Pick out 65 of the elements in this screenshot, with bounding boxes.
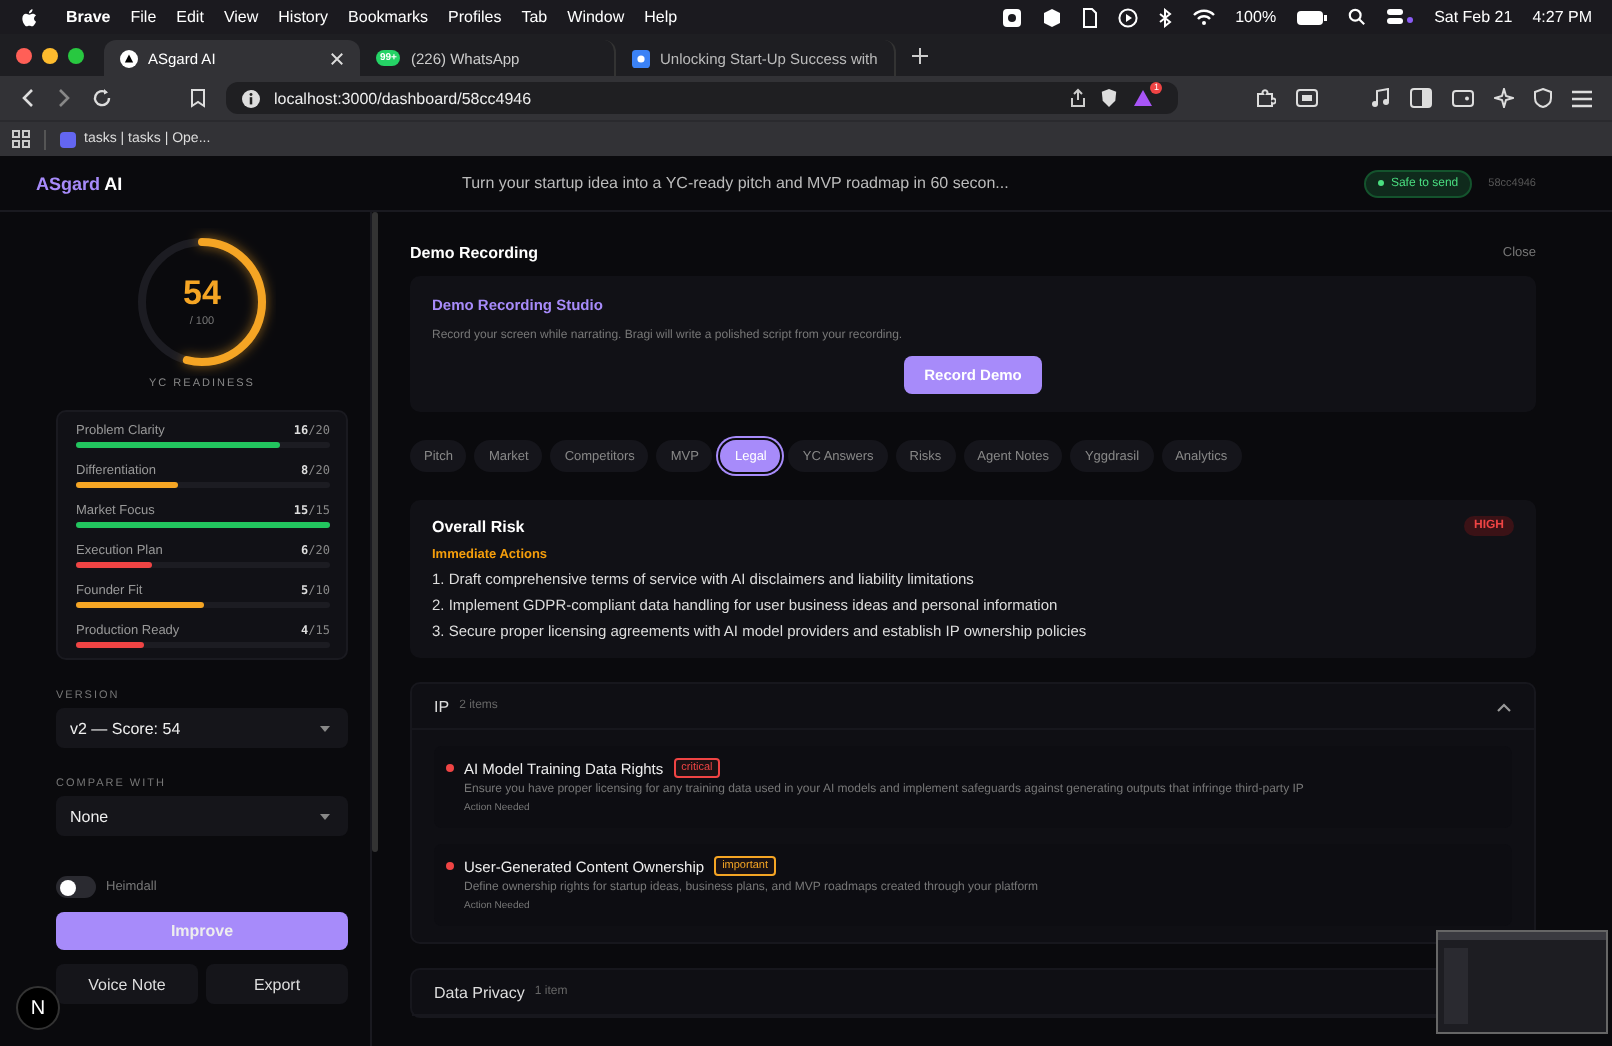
share-icon[interactable] [1070,88,1086,108]
apple-logo-icon[interactable] [20,7,38,27]
toggle-switch[interactable] [56,876,96,898]
status-dot [446,764,454,772]
screenshot-preview-toast[interactable] [1436,930,1608,1034]
url-text: localhost:3000/dashboard/58cc4946 [274,89,532,107]
reload-icon[interactable] [92,88,112,108]
voice-note-button[interactable]: Voice Note [56,964,198,1004]
wallet-icon[interactable] [1452,88,1474,108]
bluetooth-icon[interactable] [1157,7,1172,27]
zoom-window-button[interactable] [68,47,84,63]
favicon-icon [60,131,76,147]
app-logo[interactable]: ASgard AI [36,173,446,193]
menu-item[interactable]: View [223,8,259,26]
app-menu[interactable]: Brave [66,8,111,26]
close-window-button[interactable] [16,47,32,63]
dev-indicator[interactable]: N [16,986,60,1030]
menu-item[interactable]: File [130,8,157,26]
forward-icon[interactable] [56,88,72,108]
menu-item[interactable]: Help [644,8,678,26]
play-icon[interactable] [1117,7,1138,27]
caret-icon [320,813,330,819]
scrollbar-thumb[interactable] [372,212,377,852]
export-button[interactable]: Export [206,964,348,1004]
menu-icon[interactable] [1572,89,1592,107]
menubar-time: 4:27 PM [1532,8,1592,26]
square-status-icon[interactable] [1001,7,1022,27]
compare-select[interactable]: None [56,796,348,836]
risk-title: Overall Risk [432,517,525,535]
close-icon[interactable] [330,51,344,65]
menu-item[interactable]: Bookmarks [348,8,429,26]
info-icon [242,89,260,107]
cube-icon[interactable] [1041,7,1062,27]
menubar-date: Sat Feb 21 [1434,8,1513,26]
battery-percentage: 100% [1235,8,1277,26]
screen-icon[interactable] [1296,88,1318,108]
puzzle-icon[interactable] [1256,88,1276,108]
tagline: Turn your startup idea into a YC-ready pitch and MVP roadmap in 60 secon... [462,174,1009,192]
version-select[interactable]: v2 — Score: 54 [56,708,348,748]
control-center-icon[interactable] [1386,8,1415,26]
score-value: 54 [183,276,221,310]
back-icon[interactable] [20,88,36,108]
battery-icon[interactable] [1296,9,1329,25]
music-note-icon[interactable] [1370,88,1390,108]
minimize-window-button[interactable] [42,47,58,63]
sparkle-icon[interactable] [1494,88,1514,108]
menu-item[interactable]: Window [567,8,625,26]
wifi-icon[interactable] [1191,8,1216,26]
status-dot [446,862,454,870]
menu-item[interactable]: Edit [176,8,204,26]
menu-item[interactable]: Tab [521,8,548,26]
menu-item[interactable]: History [278,8,329,26]
triangle-icon [120,49,138,67]
section-title: Demo Recording [410,244,539,262]
menu-item[interactable]: Profiles [448,8,502,26]
chevron-icon[interactable] [1496,701,1512,711]
accordion-title: IP [434,697,450,715]
search-icon[interactable] [1348,8,1367,26]
apps-grid-icon[interactable] [12,130,30,148]
accordion-title: Data Privacy [434,983,525,1001]
sidebar-icon[interactable] [1410,88,1432,108]
caret-icon [320,725,330,731]
bookmark-icon[interactable] [190,88,206,108]
plus-icon[interactable] [911,47,928,63]
shield-icon[interactable] [1534,88,1552,108]
